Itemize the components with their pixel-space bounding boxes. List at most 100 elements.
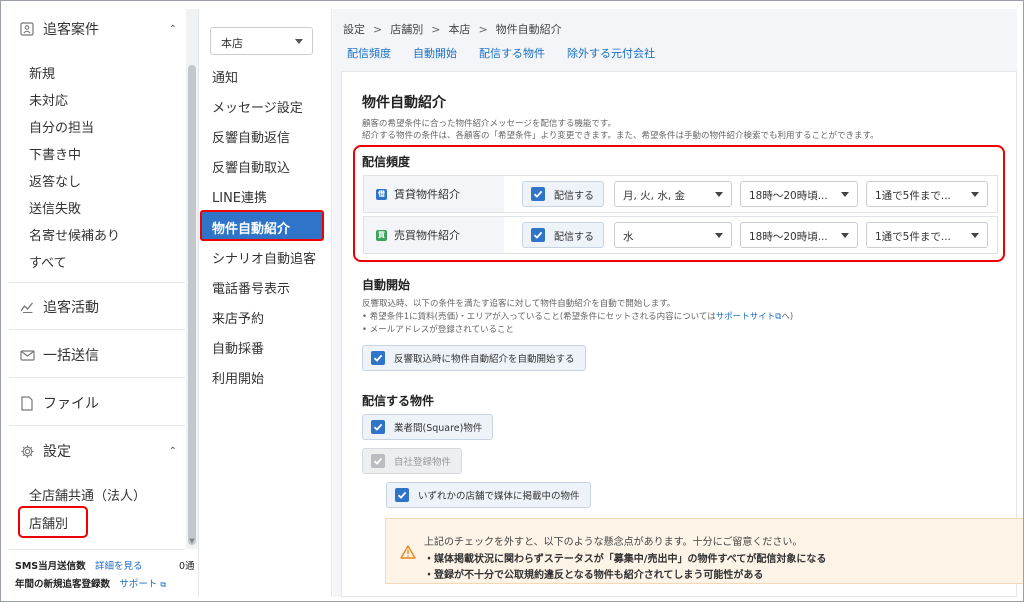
divider [9, 282, 185, 283]
row-label: 買 売買物件紹介 [364, 217, 504, 253]
sidebar-section-settings[interactable]: 設定 ⌃ [9, 441, 185, 461]
checkbox-label: 反響取込時に物件自動紹介を自動開始する [394, 354, 575, 365]
tab-auto-start[interactable]: 自動開始 [413, 47, 457, 60]
deliver-checkbox[interactable]: 配信する [522, 181, 604, 207]
sidebar-section-label: 追客案件 [43, 22, 99, 38]
days-select[interactable]: 水 [614, 222, 732, 248]
subnav-item-line[interactable]: LINE連携 [212, 187, 267, 206]
warning-box: 上記のチェックを外すと、以下のような懸念点があります。十分にご留意ください。 ・… [385, 518, 1023, 584]
caret-down-icon [841, 192, 849, 197]
tab-properties[interactable]: 配信する物件 [479, 47, 545, 60]
checkbox-checked-icon [395, 488, 409, 502]
sidebar-item-mine[interactable]: 自分の担当 [29, 117, 94, 136]
warning-intro: 上記のチェックを外すと、以下のような懸念点があります。十分にご留意ください。 [424, 537, 803, 548]
subnav-item-message-settings[interactable]: メッセージ設定 [212, 97, 303, 116]
main-content: 設定 > 店舗別 > 本店 > 物件自動紹介 配信頻度 自動開始 配信する物件 除外する元付会社 … [333, 9, 1023, 597]
tab-frequency[interactable]: 配信頻度 [347, 47, 391, 60]
subnav-item-notifications[interactable]: 通知 [212, 67, 238, 86]
subnav-item-phone-display[interactable]: 電話番号表示 [212, 278, 290, 297]
checkbox-label: いずれかの店舗で媒体に掲載中の物件 [418, 491, 580, 502]
sms-label: SMS当月送信数 [15, 561, 86, 572]
breadcrumb-item[interactable]: 本店 [448, 23, 470, 36]
sale-badge-icon: 買 [376, 229, 387, 241]
person-card-icon [19, 21, 35, 37]
store-select-value: 本店 [221, 37, 243, 50]
document-icon [19, 395, 35, 411]
scroll-down-arrow-icon[interactable]: ▼ [188, 537, 196, 545]
sidebar-item-send-failed[interactable]: 送信失敗 [29, 198, 81, 217]
chevron-right-icon: > [478, 23, 488, 36]
caret-down-icon [715, 192, 723, 197]
chevron-right-icon: > [373, 23, 383, 36]
breadcrumb: 設定 > 店舗別 > 本店 > 物件自動紹介 [343, 21, 562, 37]
count-select[interactable]: 1通で5件まで... [866, 222, 988, 248]
sidebar-item-new[interactable]: 新規 [29, 63, 55, 82]
sidebar-scrollbar[interactable]: ▼ [186, 9, 198, 549]
sidebar-item-unhandled[interactable]: 未対応 [29, 90, 68, 109]
support-site-link[interactable]: サポートサイト [716, 312, 776, 322]
scrollbar-thumb[interactable] [188, 65, 196, 545]
warning-item: ・媒体掲載状況に関わらずステータスが「募集中/売出中」の物件すべてが配信対象にな… [424, 554, 827, 565]
count-select[interactable]: 1通で5件まで... [866, 181, 988, 207]
subnav-item-scenario[interactable]: シナリオ自動追客 [212, 248, 316, 267]
checkbox-label: 自社登録物件 [394, 457, 452, 468]
frequency-row-sale: 買 売買物件紹介 配信する 水 18時～20時頃... 1通で5件まで... [363, 216, 998, 254]
select-value: 18時～20時頃... [749, 231, 828, 243]
checkbox-checked-disabled-icon [371, 454, 385, 468]
sidebar-section-file[interactable]: ファイル [9, 393, 185, 413]
subnav-item-auto-numbering[interactable]: 自動採番 [212, 338, 264, 357]
deliver-checkbox[interactable]: 配信する [522, 222, 604, 248]
description-line: 紹介する物件の条件は、各顧客の「希望条件」より変更できます。また、希望条件は手動… [362, 131, 879, 141]
subnav-item-auto-import[interactable]: 反響自動取込 [212, 157, 290, 176]
settings-card: 物件自動紹介 顧客の希望条件に合った物件紹介メッセージを配信する機能です。 紹介… [341, 71, 1023, 597]
row-label-text: 賃貸物件紹介 [394, 188, 460, 201]
yearly-registrations: 年間の新規追客登録数 サポート ⧉ [15, 576, 166, 590]
sidebar-section-label: ファイル [43, 396, 99, 412]
sms-details-link[interactable]: 詳細を見る [95, 561, 143, 572]
sidebar-section-bulk-send[interactable]: 一括送信 [9, 345, 185, 365]
breadcrumb-item[interactable]: 店舗別 [390, 23, 423, 36]
sidebar-section-customers[interactable]: 追客案件 ⌃ [9, 19, 185, 39]
gear-icon [19, 443, 35, 459]
tab-excluded-companies[interactable]: 除外する元付会社 [567, 47, 655, 60]
app-window: ▼ 追客案件 ⌃ 新規 未対応 自分の担当 下書き中 返答なし 送信失敗 名寄せ… [0, 0, 1024, 602]
row-label-text: 売買物件紹介 [394, 229, 460, 242]
sidebar-item-all[interactable]: すべて [29, 252, 67, 271]
sidebar-item-merge-candidates[interactable]: 名寄せ候補あり [29, 225, 120, 244]
chevron-up-icon[interactable]: ⌃ [169, 24, 177, 35]
subnav-item-visit-booking[interactable]: 来店予約 [212, 308, 264, 327]
sidebar-item-drafts[interactable]: 下書き中 [29, 144, 81, 163]
activity-chart-icon [19, 299, 35, 315]
breadcrumb-item[interactable]: 設定 [343, 23, 365, 36]
sms-count: 0通 [179, 561, 195, 572]
sidebar-item-all-stores[interactable]: 全店舗共通（法人） [29, 485, 146, 504]
auto-start-description: 反響取込時、以下の条件を満たす追客に対して物件自動紹介を自動で開始します。 [362, 299, 676, 309]
highlight-box [18, 506, 88, 538]
caret-down-icon [715, 233, 723, 238]
support-link[interactable]: サポート ⧉ [119, 579, 166, 590]
own-properties-checkbox: 自社登録物件 [362, 448, 463, 474]
days-select[interactable]: 月, 火, 水, 金 [614, 181, 732, 207]
auto-start-checkbox[interactable]: 反響取込時に物件自動紹介を自動開始する [362, 345, 586, 371]
time-select[interactable]: 18時～20時頃... [740, 222, 858, 248]
section-tabs: 配信頻度 自動開始 配信する物件 除外する元付会社 [347, 45, 677, 61]
subnav-item-start-use[interactable]: 利用開始 [212, 368, 264, 387]
select-value: 1通で5件まで... [875, 190, 951, 202]
chevron-up-icon[interactable]: ⌃ [169, 446, 177, 457]
subnav-item-auto-property-intro[interactable]: 物件自動紹介 [200, 210, 324, 241]
sidebar-item-no-reply[interactable]: 返答なし [29, 171, 81, 190]
divider [9, 549, 185, 550]
subnav-item-auto-reply[interactable]: 反響自動返信 [212, 127, 290, 146]
sidebar-section-activity[interactable]: 追客活動 [9, 297, 185, 317]
checkbox-label: 配信する [554, 190, 594, 202]
caret-down-icon [295, 39, 303, 44]
divider [9, 329, 185, 330]
frequency-row-rental: 借 賃貸物件紹介 配信する 月, 火, 水, 金 18時～20時頃... 1通で… [363, 175, 998, 213]
sidebar: ▼ 追客案件 ⌃ 新規 未対応 自分の担当 下書き中 返答なし 送信失敗 名寄せ… [9, 9, 199, 597]
bullet-text: メールアドレスが登録されていること [369, 325, 514, 335]
settings-subnav: 本店 通知 メッセージ設定 反響自動返信 反響自動取込 LINE連携 物件自動紹… [200, 9, 332, 597]
store-select[interactable]: 本店 [210, 27, 313, 55]
time-select[interactable]: 18時～20時頃... [740, 181, 858, 207]
square-properties-checkbox[interactable]: 業者間(Square)物件 [362, 414, 494, 440]
listed-properties-checkbox[interactable]: いずれかの店舗で媒体に掲載中の物件 [386, 482, 591, 508]
